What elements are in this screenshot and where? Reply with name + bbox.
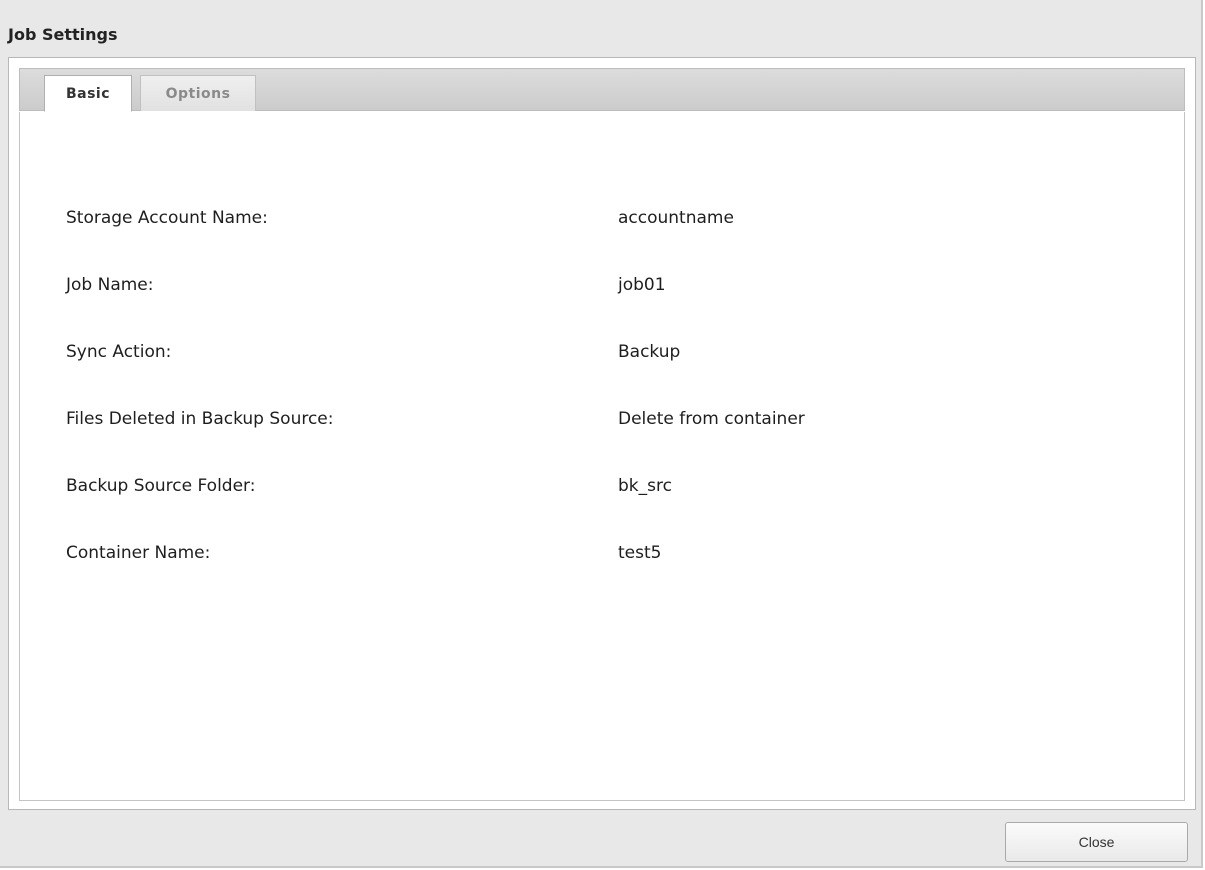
field-row-container-name: Container Name: test5 xyxy=(66,543,1166,567)
field-label: Files Deleted in Backup Source: xyxy=(66,409,334,429)
field-value: accountname xyxy=(618,208,734,228)
field-value: Delete from container xyxy=(618,409,805,429)
field-value: test5 xyxy=(618,543,662,563)
field-label: Storage Account Name: xyxy=(66,208,268,228)
field-row-sync-action: Sync Action: Backup xyxy=(66,342,1166,366)
field-label: Backup Source Folder: xyxy=(66,476,256,496)
field-value: job01 xyxy=(618,275,666,295)
field-label: Sync Action: xyxy=(66,342,172,362)
field-label: Job Name: xyxy=(66,275,154,295)
tab-content-basic: Storage Account Name: accountname Job Na… xyxy=(19,112,1185,801)
close-button[interactable]: Close xyxy=(1005,822,1188,862)
dialog-title: Job Settings xyxy=(8,25,118,44)
settings-panel: Basic Options Storage Account Name: acco… xyxy=(8,57,1196,810)
job-settings-dialog: Job Settings Basic Options Storage Accou… xyxy=(0,0,1203,868)
field-row-job-name: Job Name: job01 xyxy=(66,275,1166,299)
field-value: Backup xyxy=(618,342,681,362)
field-row-backup-source-folder: Backup Source Folder: bk_src xyxy=(66,476,1166,500)
field-label: Container Name: xyxy=(66,543,211,563)
tab-options[interactable]: Options xyxy=(140,75,256,111)
field-row-files-deleted: Files Deleted in Backup Source: Delete f… xyxy=(66,409,1166,433)
tab-basic[interactable]: Basic xyxy=(44,75,132,112)
field-row-storage-account-name: Storage Account Name: accountname xyxy=(66,208,1166,232)
field-value: bk_src xyxy=(618,476,672,496)
tab-strip: Basic Options xyxy=(19,68,1185,112)
